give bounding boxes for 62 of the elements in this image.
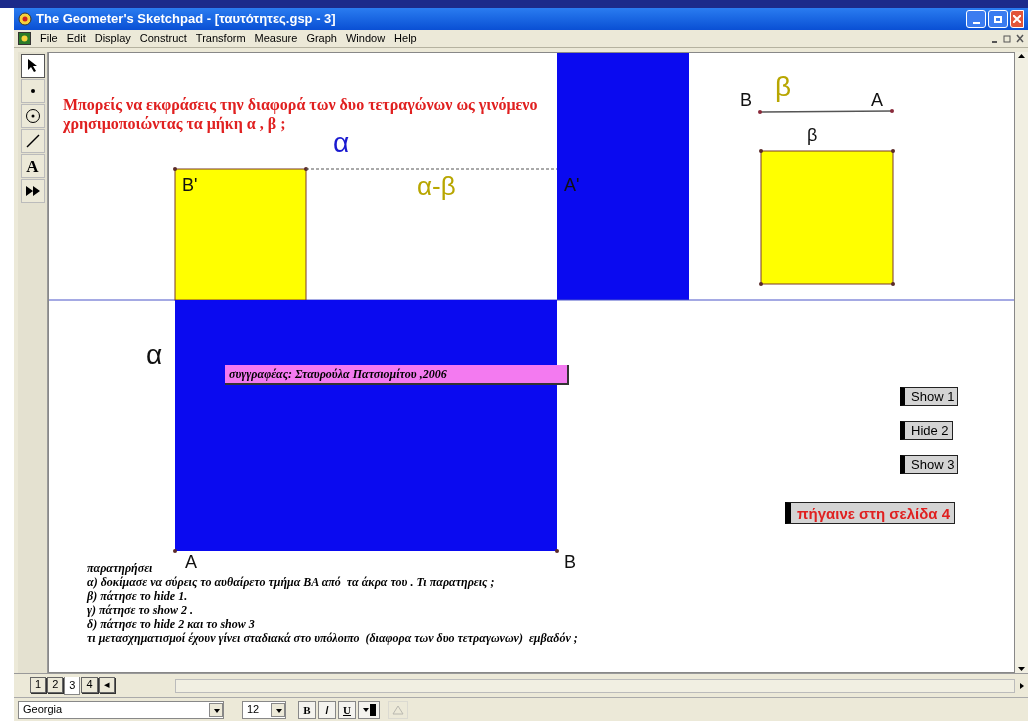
horizontal-scrollbar[interactable] (174, 678, 1015, 693)
point-label: A' (564, 176, 580, 194)
close-button[interactable] (1010, 10, 1024, 28)
scroll-up-icon[interactable] (1015, 52, 1028, 60)
bold-button[interactable]: B (298, 700, 316, 719)
size-dropdown[interactable]: 12 (242, 700, 286, 719)
notes-line: δ) πάτησε το hide 2 και το show 3 (87, 617, 255, 631)
menu-item[interactable]: Help (394, 30, 417, 47)
page-tab[interactable]: 3 (64, 676, 81, 695)
fast-forward-icon (24, 185, 41, 197)
arrow-tool[interactable] (20, 54, 45, 78)
restore-button[interactable] (988, 10, 1008, 28)
document-icon (18, 32, 31, 45)
point-label: β (775, 73, 792, 101)
minimize-button[interactable] (966, 10, 986, 28)
point-label: A (871, 91, 883, 109)
sketch-canvas[interactable] (48, 52, 1015, 673)
menu-item[interactable]: Display (94, 30, 131, 47)
line-icon (24, 133, 41, 149)
caret-icon (362, 706, 369, 713)
notes-line: τι μετασχηματισμοί έχουν γίνει σταδιακά στο υπόλοιπο (διαφορα των δυο τετραγωνων) εμβαδόν ; (87, 631, 578, 645)
point-label: B (740, 91, 752, 109)
action-button[interactable]: Show 1 (900, 387, 959, 406)
window-title: The Geometer's Sketchpad - [ταυτότητες.gsp - 3] (36, 10, 336, 29)
app-icon (18, 12, 32, 26)
action-button[interactable]: Hide 2 (900, 421, 953, 440)
notes-line: γ) πάτησε το show 2 . (87, 603, 193, 617)
point-label: B' (182, 176, 198, 194)
menu-item[interactable]: Window (345, 30, 386, 47)
menu-item[interactable]: Edit (66, 30, 86, 47)
menu-item[interactable]: Transform (195, 30, 246, 47)
line-tool[interactable] (20, 129, 45, 153)
circle-icon (24, 108, 41, 124)
triangle-icon (392, 704, 404, 715)
italic-button[interactable]: / (318, 700, 336, 719)
page-tab[interactable]: 4 (81, 676, 98, 693)
menu-item[interactable]: Construct (139, 30, 187, 47)
page-tab[interactable]: 2 (47, 676, 64, 693)
point-label: A (185, 553, 197, 571)
notes-line: α) δοκίμασε να σύρεις το αυθαίρετο τμήμα ΒΑ από τα άκρα του . Τι παρατηρεις ; (87, 575, 495, 589)
point-label: B (564, 553, 576, 571)
document-window-controls[interactable] (990, 33, 1024, 44)
point-label: β (807, 126, 818, 144)
point-label: α-β (417, 173, 456, 199)
text-color-button[interactable] (358, 700, 380, 719)
font-dropdown[interactable]: Georgia (18, 700, 224, 719)
author-caption: συγγραφέας: Σταυρούλα Πατσιομίτου ,2006 (225, 365, 569, 385)
notes-heading: παρατηρήσει (87, 561, 153, 575)
text-tool[interactable]: A (20, 154, 45, 178)
notes-line: β) πάτησε το hide 1. (87, 589, 188, 603)
scroll-down-icon[interactable] (1015, 665, 1028, 673)
menu-item[interactable]: Measure (254, 30, 298, 47)
page-tab[interactable]: 1 (30, 676, 47, 693)
compass-tool[interactable] (20, 104, 45, 128)
close-icon (1013, 15, 1021, 23)
menu-item[interactable]: Graph (306, 30, 337, 47)
custom-tool[interactable] (20, 179, 45, 203)
point-label: α (146, 341, 163, 369)
underline-button[interactable]: U (338, 700, 356, 719)
action-button[interactable]: Show 3 (900, 455, 959, 474)
menu-item[interactable]: File (40, 30, 58, 47)
vertical-scrollbar[interactable] (1015, 52, 1028, 673)
